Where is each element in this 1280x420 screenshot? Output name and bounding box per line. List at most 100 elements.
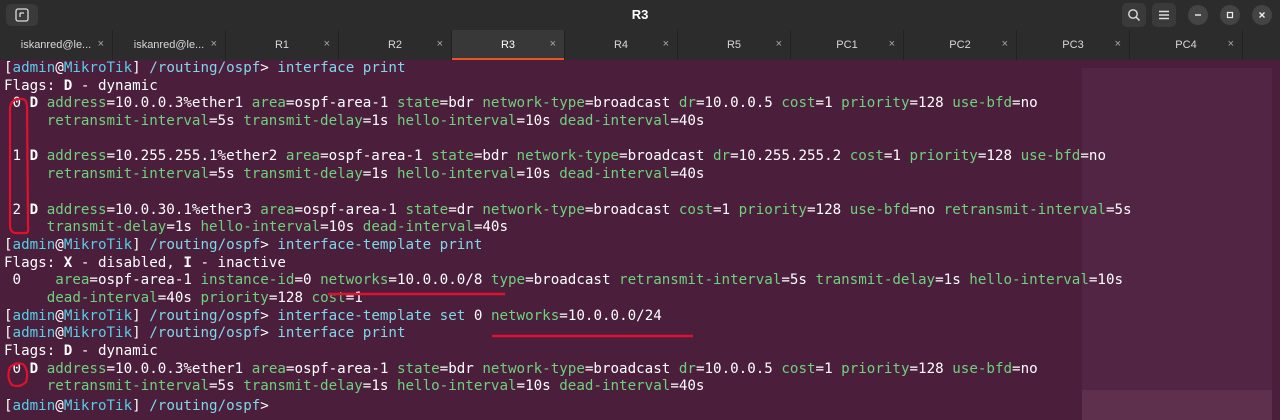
tab-label: iskanred@le... <box>20 39 92 51</box>
tab-close-icon[interactable]: × <box>1228 38 1234 50</box>
terminal-segment: area <box>260 201 295 218</box>
terminal-segment: =1s <box>362 378 397 395</box>
terminal-segment: =10.0.0.0/8 <box>388 272 491 289</box>
terminal-segment: dr <box>678 360 696 377</box>
terminal-segment: =1s <box>362 166 397 183</box>
terminal-segment: 0 <box>4 272 56 289</box>
tab-close-icon[interactable]: × <box>211 38 217 50</box>
terminal-segment: =1s <box>166 219 201 236</box>
close-window-button[interactable] <box>1252 5 1272 25</box>
tab-iskanred-le-0[interactable]: iskanred@le... × <box>0 30 113 60</box>
terminal-segment: retransmit-interval <box>46 166 210 183</box>
terminal-segment: =10s <box>516 378 560 395</box>
terminal-segment: > <box>260 325 278 342</box>
tab-label: R4 <box>613 39 629 51</box>
terminal-segment: retransmit-interval <box>619 272 782 289</box>
terminal-segment: =10.0.0.5 <box>695 95 782 112</box>
terminal-segment: priority <box>841 360 910 377</box>
terminal-segment: type <box>490 272 526 289</box>
terminal-segment: =10.0.0.0/24 <box>559 307 662 324</box>
tab-pc4-10[interactable]: PC4 × <box>1130 30 1243 60</box>
terminal-segment: ] <box>132 60 150 76</box>
terminal-segment: MikroTik <box>63 398 133 415</box>
terminal-segment: =10s <box>516 113 560 130</box>
terminal-segment: use-bfd <box>849 201 910 218</box>
terminal-segment: hello-interval <box>396 378 517 395</box>
terminal-segment: retransmit-interval <box>943 201 1106 218</box>
terminal-segment: cost <box>781 360 816 377</box>
terminal-segment: D <box>29 95 39 112</box>
search-button[interactable] <box>1122 3 1146 27</box>
terminal-segment: > <box>260 307 278 324</box>
terminal-segment: MikroTik <box>63 236 133 253</box>
tab-close-icon[interactable]: × <box>1002 38 1008 50</box>
terminal-segment: hello-interval <box>200 219 321 236</box>
tab-r4-5[interactable]: R4 × <box>565 30 678 60</box>
tab-close-icon[interactable]: × <box>663 38 669 50</box>
tab-r5-6[interactable]: R5 × <box>678 30 791 60</box>
terminal-output[interactable]: [admin@MikroTik] /routing/ospf> interfac… <box>4 60 1280 420</box>
terminal-line: [admin@MikroTik] /routing/ospf> interfac… <box>4 308 1280 326</box>
terminal-segment: cost <box>311 289 346 306</box>
terminal-segment: interface-template set <box>277 307 466 324</box>
tab-r3-4[interactable]: R3 × <box>452 30 565 60</box>
terminal-segment: =no <box>1012 95 1038 112</box>
terminal-segment: admin <box>12 307 56 324</box>
terminal-segment: - dynamic <box>72 343 158 359</box>
terminal-segment: @ <box>55 325 64 342</box>
terminal-segment: =bdr <box>439 95 483 112</box>
new-tab-button[interactable] <box>6 4 38 26</box>
tab-close-icon[interactable]: × <box>1115 38 1121 50</box>
terminal-segment: D <box>29 360 39 377</box>
terminal-segment: 0 <box>4 95 30 112</box>
tab-bar: iskanred@le... × iskanred@le... × R1 × R2 × R3 × R… <box>0 30 1280 60</box>
terminal-segment: 2 <box>4 201 30 218</box>
terminal-segment: use-bfd <box>1020 148 1081 165</box>
terminal-line: [admin@MikroTik] /routing/ospf> <box>4 396 1280 414</box>
tab-pc3-9[interactable]: PC3 × <box>1017 30 1130 60</box>
tab-close-icon[interactable]: × <box>889 38 895 50</box>
tab-close-icon[interactable]: × <box>437 38 443 50</box>
terminal-segment: =no <box>1012 360 1038 377</box>
minimize-button[interactable] <box>1188 5 1208 25</box>
terminal-segment: =10.255.255.2 <box>730 148 850 165</box>
terminal-segment: area <box>251 95 286 112</box>
terminal-line: 1 D address=10.255.255.1%ether2 area=osp… <box>4 148 1280 166</box>
terminal-segment: [ <box>4 60 13 76</box>
terminal-segment: > <box>260 398 278 415</box>
terminal-segment: network-type <box>516 148 620 165</box>
tab-close-icon[interactable]: × <box>98 38 104 50</box>
terminal-segment: /routing/ospf <box>149 307 261 324</box>
terminal-segment <box>4 113 47 129</box>
terminal-segment: state <box>396 95 440 112</box>
terminal-segment: interface print <box>277 60 406 76</box>
tab-pc2-8[interactable]: PC2 × <box>904 30 1017 60</box>
terminal-segment: @ <box>55 398 64 415</box>
terminal-segment: =no <box>1080 148 1106 165</box>
tab-close-icon[interactable]: × <box>550 38 556 50</box>
terminal-segment: /routing/ospf <box>149 325 261 342</box>
terminal-segment: =broadcast <box>584 201 679 218</box>
terminal-segment: =no <box>909 201 944 218</box>
terminal-segment: =dr <box>448 201 483 218</box>
tab-close-icon[interactable]: × <box>324 38 330 50</box>
menu-button[interactable] <box>1152 3 1176 27</box>
restore-button[interactable] <box>1220 5 1240 25</box>
tab-r2-3[interactable]: R2 × <box>339 30 452 60</box>
terminal-segment: address <box>46 360 107 377</box>
terminal-segment: =40s <box>670 378 705 395</box>
tab-pc1-7[interactable]: PC1 × <box>791 30 904 60</box>
terminal-segment: =1s <box>935 272 970 289</box>
terminal-segment: hello-interval <box>396 113 517 130</box>
terminal-segment: priority <box>841 95 910 112</box>
terminal-segment: =10s <box>320 219 363 236</box>
tab-r1-2[interactable]: R1 × <box>226 30 339 60</box>
terminal-segment: admin <box>12 325 56 342</box>
terminal-segment: ] <box>132 325 150 342</box>
terminal-segment: @ <box>55 60 64 76</box>
tab-iskanred-le-1[interactable]: iskanred@le... × <box>113 30 226 60</box>
terminal-segment: interface print <box>277 325 406 342</box>
terminal-segment: admin <box>12 60 56 76</box>
tab-close-icon[interactable]: × <box>776 38 782 50</box>
